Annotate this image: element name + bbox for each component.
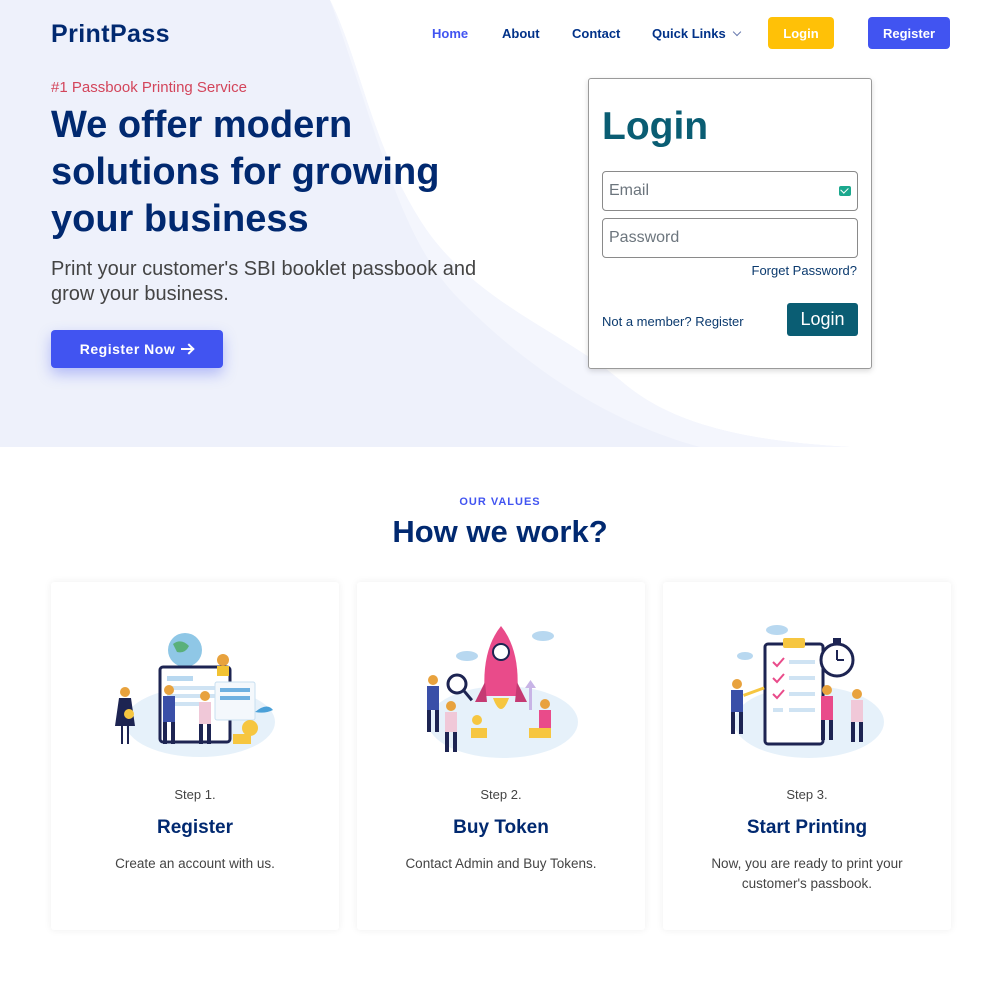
password-placeholder: Password xyxy=(609,229,680,246)
step-description: Create an account with us. xyxy=(115,856,275,871)
autofill-icon[interactable] xyxy=(839,186,851,196)
step-title: Start Printing xyxy=(746,817,868,838)
register-now-button[interactable]: Register Now xyxy=(51,330,223,368)
nav-quick-links[interactable]: Quick Links xyxy=(652,26,741,41)
brand-logo[interactable]: PrintPass xyxy=(51,20,170,49)
step-label: Step 3. xyxy=(786,787,828,802)
step-card-register: Step 1. Register Create an account with … xyxy=(51,582,339,930)
step-title: Buy Token xyxy=(453,817,549,838)
nav-home[interactable]: Home xyxy=(432,26,468,41)
step-title: Register xyxy=(156,817,234,838)
step-card-buy-token: Step 2. Buy Token Contact Admin and Buy … xyxy=(357,582,645,930)
values-title: How we work? xyxy=(392,514,608,549)
step-label: Step 1. xyxy=(174,787,216,802)
nav-about[interactable]: About xyxy=(502,26,540,41)
checklist-stopwatch-illustration xyxy=(731,625,884,758)
step-card-start-printing: Step 3. Start Printing Now, you are read… xyxy=(663,582,951,930)
password-field[interactable]: Password xyxy=(602,218,858,258)
login-submit-button[interactable]: Login xyxy=(787,303,858,336)
hero-tagline: #1 Passbook Printing Service xyxy=(51,79,247,96)
nav-contact[interactable]: Contact xyxy=(572,26,620,41)
email-placeholder: Email xyxy=(609,182,650,199)
register-now-label: Register Now xyxy=(79,341,176,357)
step-description: Contact Admin and Buy Tokens. xyxy=(405,856,597,871)
hero-headline: We offer modern solutions for growing yo… xyxy=(51,104,440,240)
people-dashboard-illustration xyxy=(115,633,275,757)
chevron-down-icon xyxy=(732,27,741,36)
values-kicker: OUR VALUES xyxy=(459,496,541,508)
rocket-launch-illustration xyxy=(427,626,578,758)
email-field[interactable]: Email xyxy=(602,171,858,211)
forget-password-link[interactable]: Forget Password? xyxy=(752,263,858,278)
login-title: Login xyxy=(602,105,709,148)
header-register-button[interactable]: Register xyxy=(868,17,950,49)
step-description: Now, you are ready to print your custome… xyxy=(711,856,903,891)
site-header: PrintPass Home About Contact Quick Links… xyxy=(0,0,1000,68)
login-card: Login Email Password Forget Password? No… xyxy=(588,78,872,369)
not-member-register-link[interactable]: Not a member? Register xyxy=(602,314,744,329)
arrow-right-icon xyxy=(181,344,194,354)
step-label: Step 2. xyxy=(480,787,522,802)
header-login-button[interactable]: Login xyxy=(768,17,834,49)
nav-quick-links-label: Quick Links xyxy=(652,26,726,41)
hero-subline: Print your customer's SBI booklet passbo… xyxy=(51,258,477,305)
